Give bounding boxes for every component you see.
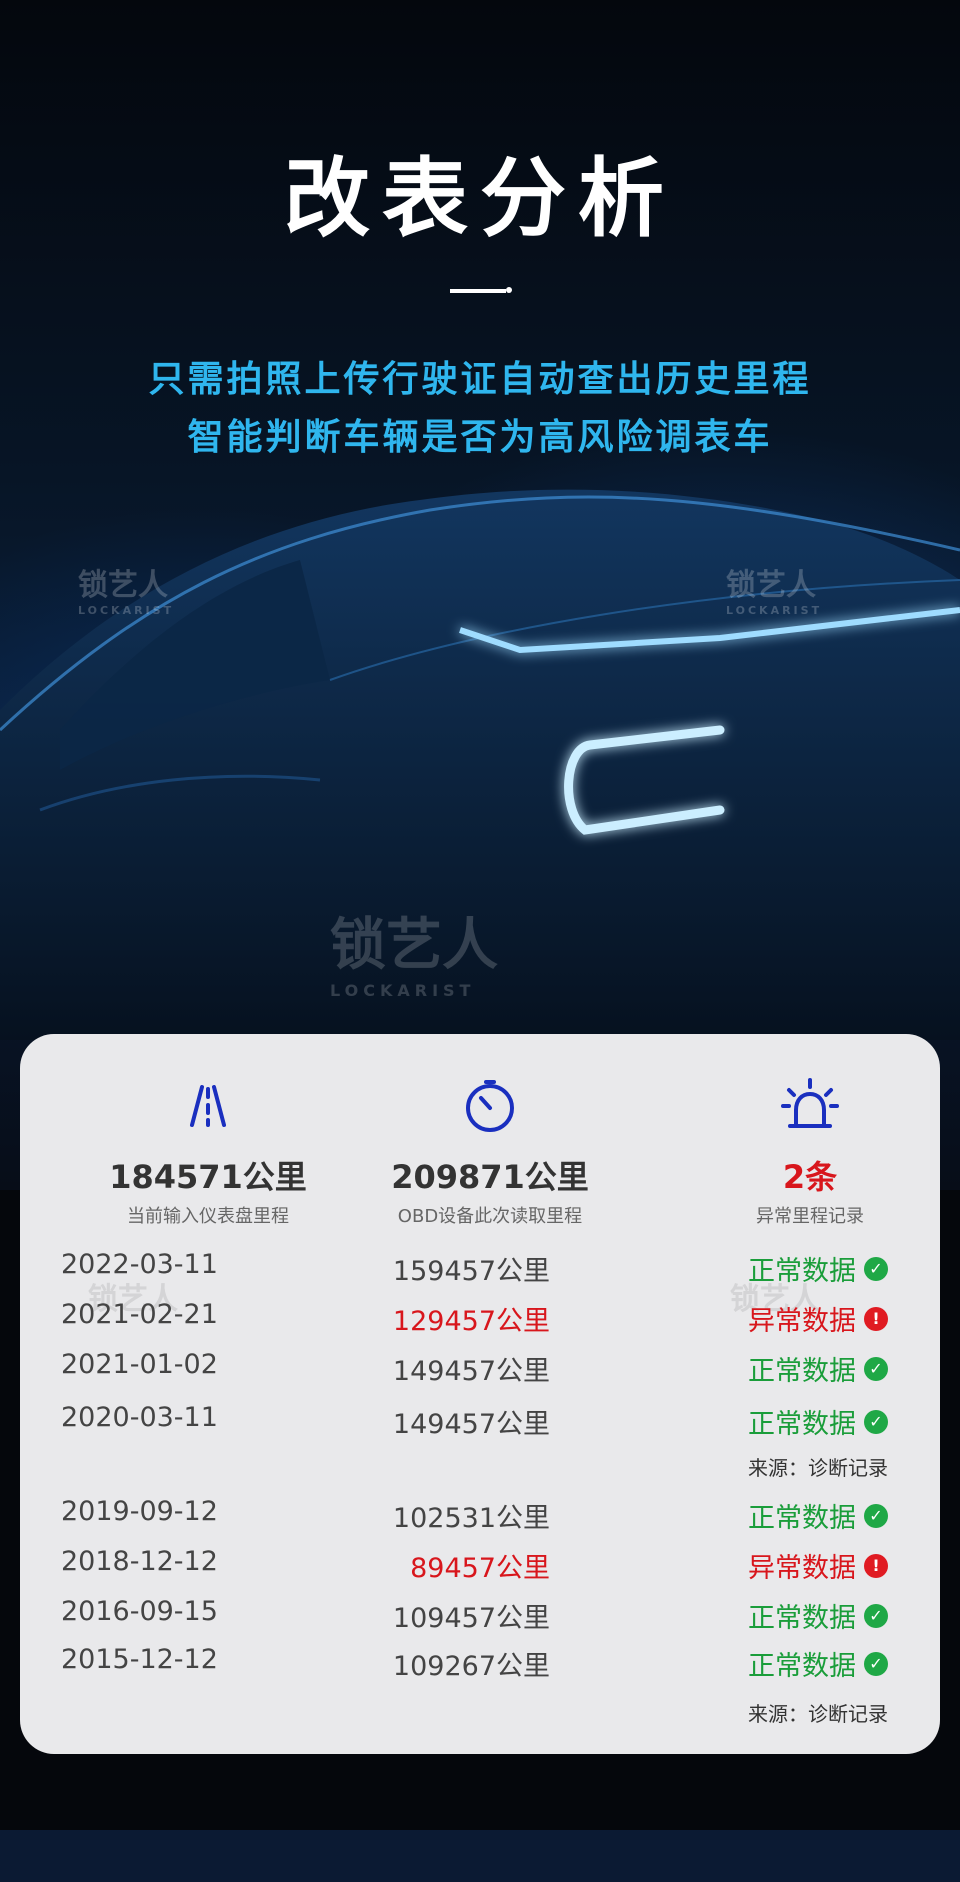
- mileage-record-row: 2019-09-12 102531公里 正常数据 ✓: [20, 1496, 940, 1536]
- check-circle-icon: ✓: [864, 1409, 888, 1434]
- mileage-record-row: 2015-12-12 109267公里 正常数据 ✓: [20, 1644, 940, 1684]
- stat-value: 209871公里: [391, 1158, 589, 1196]
- stat-obd-mileage: 209871公里 OBD设备此次读取里程: [330, 1078, 650, 1228]
- mileage-record-row: 2018-12-12 89457公里 异常数据!: [20, 1546, 940, 1586]
- record-status: 正常数据 ✓: [748, 1249, 888, 1288]
- check-circle-icon: ✓: [864, 1503, 888, 1528]
- stat-value: 2条: [782, 1158, 838, 1196]
- alert-circle-icon: !: [864, 1553, 888, 1578]
- record-status: 正常数据 ✓: [748, 1644, 888, 1683]
- record-status: 正常数据 ✓: [748, 1402, 888, 1441]
- stat-caption: 当前输入仪表盘里程: [127, 1206, 289, 1227]
- record-mileage: 102531公里: [392, 1503, 550, 1534]
- title-divider-dot: [506, 287, 512, 293]
- page-title: 改表分析: [284, 149, 676, 249]
- record-date: 2015-12-12: [61, 1644, 218, 1675]
- record-date: 2021-01-02: [61, 1349, 218, 1380]
- record-mileage: 89457公里: [410, 1553, 550, 1584]
- record-mileage: 109267公里: [392, 1651, 550, 1682]
- stat-value: 184571公里: [109, 1158, 307, 1196]
- check-circle-icon: ✓: [864, 1603, 888, 1628]
- record-status: 正常数据 ✓: [748, 1596, 888, 1635]
- alarm-light-icon: [781, 1078, 839, 1128]
- record-date: 2018-12-12: [61, 1546, 218, 1577]
- mileage-record-row: 2022-03-11 159457公里 正常数据 ✓: [20, 1249, 940, 1289]
- title-divider: [450, 289, 506, 293]
- subtitle-line-1: 只需拍照上传行驶证自动查出历史里程: [148, 359, 812, 400]
- watermark-logo: 锁艺人 LOCKARIST: [78, 568, 175, 617]
- record-date: 2020-03-11: [61, 1402, 218, 1433]
- record-status: 正常数据 ✓: [748, 1496, 888, 1535]
- record-mileage: 129457公里: [392, 1306, 550, 1337]
- record-mileage: 149457公里: [392, 1356, 550, 1387]
- stopwatch-icon: [466, 1080, 514, 1132]
- alert-circle-icon: !: [864, 1306, 888, 1331]
- record-source: 来源：诊断记录: [748, 1456, 888, 1480]
- mileage-record-row: 2021-01-02 149457公里 正常数据 ✓: [20, 1349, 940, 1389]
- hero-section: 改表分析 只需拍照上传行驶证自动查出历史里程 智能判断车辆是否为高风险调表车 锁…: [0, 0, 960, 1190]
- record-status: 异常数据!: [748, 1546, 888, 1585]
- check-circle-icon: ✓: [864, 1356, 888, 1381]
- record-status: 异常数据!: [748, 1299, 888, 1338]
- mileage-record-row: 2021-02-21 129457公里 异常数据!: [20, 1299, 940, 1339]
- watermark-logo: 锁艺人 LOCKARIST: [330, 913, 498, 1000]
- record-date: 2016-09-15: [61, 1596, 218, 1627]
- record-mileage: 109457公里: [392, 1603, 550, 1634]
- subtitle-line-2: 智能判断车辆是否为高风险调表车: [187, 417, 773, 458]
- record-date: 2019-09-12: [61, 1496, 218, 1527]
- record-date: 2021-02-21: [61, 1299, 218, 1330]
- record-status: 正常数据 ✓: [748, 1349, 888, 1388]
- stat-caption: OBD设备此次读取里程: [397, 1206, 583, 1227]
- record-source: 来源：诊断记录: [748, 1702, 888, 1726]
- stat-dashboard-mileage: 184571公里 当前输入仪表盘里程: [48, 1078, 368, 1228]
- check-circle-icon: ✓: [864, 1256, 888, 1281]
- road-icon: [190, 1085, 226, 1127]
- stat-caption: 异常里程记录: [756, 1206, 864, 1227]
- watermark-logo: 锁艺人 LOCKARIST: [726, 568, 823, 617]
- mileage-report-card: 锁艺人 锁艺人 184571公里 当前输入仪表盘里程 209871公里 OBD设…: [20, 1034, 940, 1754]
- mileage-record-row: 2020-03-11 149457公里 正常数据 ✓: [20, 1402, 940, 1442]
- footer-band: [0, 1830, 960, 1882]
- check-circle-icon: ✓: [864, 1651, 888, 1676]
- stat-abnormal-records: 2条 异常里程记录: [650, 1078, 940, 1228]
- record-mileage: 149457公里: [392, 1409, 550, 1440]
- mileage-record-row: 2016-09-15 109457公里 正常数据 ✓: [20, 1596, 940, 1636]
- record-date: 2022-03-11: [61, 1249, 218, 1280]
- record-mileage: 159457公里: [392, 1256, 550, 1287]
